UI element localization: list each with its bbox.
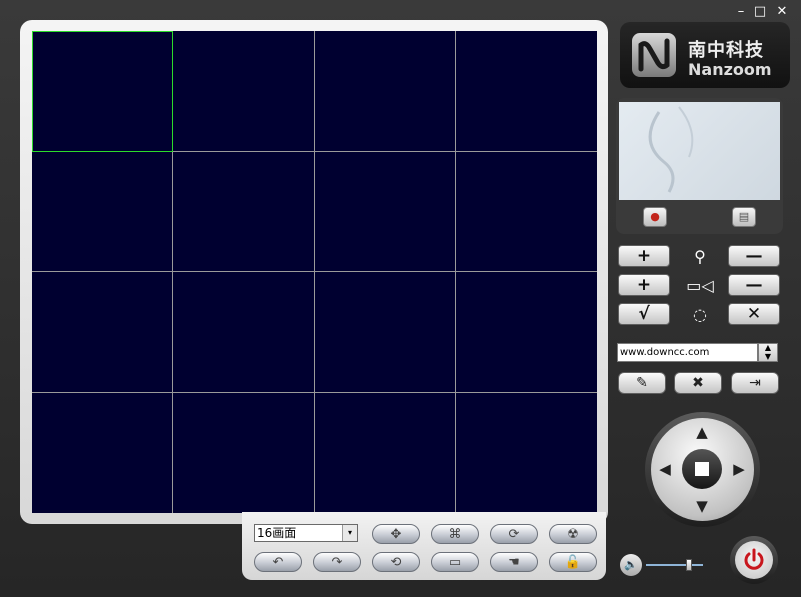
check-icon: √ xyxy=(638,304,650,324)
zoom-out-button[interactable]: — xyxy=(728,245,780,267)
radiation-button[interactable]: ☢ xyxy=(549,524,597,544)
monitor-button[interactable]: ▭ xyxy=(431,552,479,572)
arrow-up-icon: ▲ xyxy=(696,423,708,441)
delete-icon: ✖ xyxy=(692,375,704,391)
cancel-button[interactable]: ✕ xyxy=(728,303,780,325)
iris-icon: ◌ xyxy=(693,304,707,324)
minus-icon: — xyxy=(745,275,763,295)
edit-icon: ✎ xyxy=(636,375,648,391)
video-cell[interactable] xyxy=(173,392,315,513)
cycle-button[interactable]: ⟳ xyxy=(490,524,538,544)
video-cell[interactable] xyxy=(314,151,456,272)
move-button[interactable]: ✥ xyxy=(372,524,420,544)
arrow-down-icon: ▼ xyxy=(696,497,708,515)
video-cell[interactable] xyxy=(314,31,456,152)
camera-icon: ▭◁ xyxy=(686,275,714,295)
record-button[interactable]: ● xyxy=(643,207,667,227)
unlock-button[interactable]: 🔓 xyxy=(549,552,597,572)
video-cell[interactable] xyxy=(32,31,174,152)
login-icon: ⇥ xyxy=(749,375,761,391)
camera-plus-button[interactable]: + xyxy=(618,274,670,296)
zoom-row: + ⚲ — xyxy=(618,245,780,269)
snapshot-button[interactable]: ▤ xyxy=(732,207,756,227)
preset-spinner[interactable]: ▲ ▼ xyxy=(758,343,778,362)
refresh-icon: ⟲ xyxy=(390,554,402,570)
camera-minus-button[interactable]: — xyxy=(728,274,780,296)
record-icon: ● xyxy=(650,210,660,223)
unlock-icon: 🔓 xyxy=(564,554,582,570)
close-button[interactable]: ✕ xyxy=(774,4,790,20)
plus-icon: + xyxy=(636,275,652,295)
redo-button[interactable]: ↷ xyxy=(313,552,361,572)
logo-text-en: Nanzoom xyxy=(688,60,772,79)
minimize-button[interactable]: – xyxy=(733,4,749,20)
video-cell[interactable] xyxy=(32,151,174,272)
video-cell[interactable] xyxy=(315,392,456,513)
video-grid xyxy=(32,31,597,513)
video-cell[interactable] xyxy=(456,393,597,514)
logo-icon xyxy=(632,33,676,77)
ptz-up-button[interactable]: ▲ xyxy=(692,422,712,442)
chevron-down-icon[interactable]: ▾ xyxy=(342,525,357,541)
ptz-down-button[interactable]: ▼ xyxy=(692,496,712,516)
hand-icon: ☚ xyxy=(508,554,520,570)
video-cell[interactable] xyxy=(32,392,174,513)
video-cell[interactable] xyxy=(455,272,597,393)
volume-thumb[interactable] xyxy=(686,559,692,571)
undo-button[interactable]: ↶ xyxy=(254,552,302,572)
video-cell[interactable] xyxy=(455,31,597,152)
speaker-icon[interactable]: 🔈 xyxy=(620,554,642,576)
video-cell[interactable] xyxy=(314,272,456,393)
plus-icon: + xyxy=(636,246,652,266)
preview-screen xyxy=(619,102,780,200)
arrow-right-icon: ▶ xyxy=(733,460,745,478)
ptz-left-button[interactable]: ◀ xyxy=(655,459,675,479)
power-icon xyxy=(744,548,764,570)
arrow-left-icon: ◀ xyxy=(659,460,671,478)
cycle-icon: ⟳ xyxy=(508,526,520,542)
ptz-right-button[interactable]: ▶ xyxy=(729,459,749,479)
x-icon: ✕ xyxy=(746,304,762,324)
radiation-icon: ☢ xyxy=(567,526,579,542)
app-window: – □ ✕ 16画面 ▾ ✥ ⌘ ⟳ ☢ ↶ ↷ ⟲ ▭ ☚ 🔓 南中科技 Nanzoom ● … xyxy=(0,0,801,597)
video-cell[interactable] xyxy=(173,151,315,272)
fullscreen-icon: ⌘ xyxy=(448,526,462,542)
delete-button[interactable]: ✖ xyxy=(674,372,722,394)
stop-icon xyxy=(695,462,709,476)
maximize-button[interactable]: □ xyxy=(752,4,768,20)
layout-select-value: 16画面 xyxy=(257,526,297,540)
layout-select[interactable]: 16画面 ▾ xyxy=(254,524,358,542)
volume-slider[interactable] xyxy=(646,564,703,566)
ptz-stop-button[interactable] xyxy=(682,449,722,489)
zoom-icon: ⚲ xyxy=(694,246,706,266)
login-button[interactable]: ⇥ xyxy=(731,372,779,394)
video-cell[interactable] xyxy=(173,31,315,152)
spinner-down-icon[interactable]: ▼ xyxy=(759,353,777,362)
hand-button[interactable]: ☚ xyxy=(490,552,538,572)
fullscreen-button[interactable]: ⌘ xyxy=(431,524,479,544)
move-icon: ✥ xyxy=(390,526,402,542)
video-cell[interactable] xyxy=(173,272,315,393)
video-cell[interactable] xyxy=(455,152,597,272)
edit-button[interactable]: ✎ xyxy=(618,372,666,394)
camera-row: + ▭◁ — xyxy=(618,274,780,298)
power-button[interactable] xyxy=(735,541,773,579)
preset-input[interactable]: www.downcc.com xyxy=(617,343,758,362)
logo-text-cn: 南中科技 xyxy=(688,40,764,61)
confirm-row: √ ◌ ✕ xyxy=(618,303,780,327)
undo-icon: ↶ xyxy=(272,554,284,570)
video-cell[interactable] xyxy=(32,272,174,393)
monitor-icon: ▭ xyxy=(448,554,462,570)
refresh-button[interactable]: ⟲ xyxy=(372,552,420,572)
zoom-in-button[interactable]: + xyxy=(618,245,670,267)
minus-icon: — xyxy=(745,246,763,266)
ok-button[interactable]: √ xyxy=(618,303,670,325)
redo-icon: ↷ xyxy=(331,554,343,570)
snapshot-icon: ▤ xyxy=(738,210,750,223)
